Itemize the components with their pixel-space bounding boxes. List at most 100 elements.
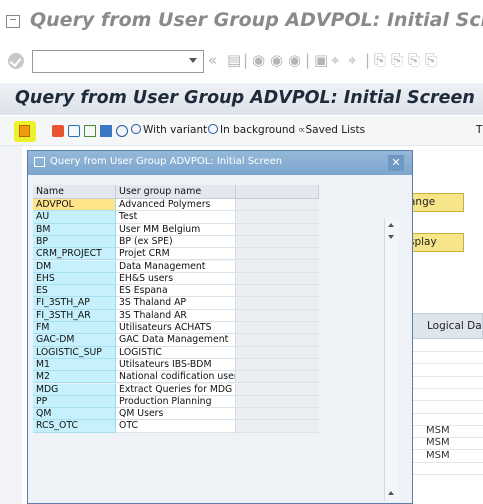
cell-user-group-name[interactable]: Advanced Polymers [116,199,236,212]
separator: | [243,51,249,69]
cell-user-group-name[interactable]: 3S Thaland AP [116,297,236,310]
dialog-title-bar: Query from User Group ADVPOL: Initial Sc… [28,151,412,175]
change-button[interactable]: ange [404,193,464,212]
cell-empty [236,383,319,396]
cell-name[interactable]: M2 [33,371,116,384]
table-row[interactable]: DM Data Management [33,260,319,273]
table-row[interactable]: BM User MM Belgium [33,223,319,236]
cell-user-group-name[interactable]: Extract Queries for MDG Projct [116,383,236,396]
in-background-button[interactable]: In background [208,124,295,136]
column-header-name[interactable]: Name [33,185,116,199]
cell-user-group-name[interactable]: Utilsateurs IBS-BDM [116,358,236,372]
cell-empty [236,272,319,286]
command-field[interactable] [32,50,204,73]
overflow-icon[interactable]: T [476,124,482,136]
other-icon[interactable] [116,125,128,137]
execute-print-icon[interactable] [52,125,64,137]
table-row[interactable]: CRM_PROJECT Projet CRM [33,248,319,261]
execute-icon [19,125,30,137]
double-angle-icon[interactable]: « [208,51,217,69]
cell-name[interactable]: FI_3STH_AP [33,297,116,310]
cell-empty [236,211,319,224]
cell-user-group-name[interactable]: 3S Thaland AR [116,309,236,322]
exit-icon[interactable]: ◉ [270,51,283,69]
delete-icon[interactable] [68,125,80,137]
cell-empty [236,322,319,335]
table-row[interactable]: PP Production Planning [33,395,319,409]
table-row[interactable]: GAC-DM GAC Data Management [33,334,319,347]
cell-name[interactable]: AU [33,211,116,224]
table-row[interactable]: QM QM Users [33,408,319,421]
cell-name[interactable]: RCS_OTC [33,420,116,433]
table-row[interactable]: FI_3STH_AP 3S Thaland AP [33,297,319,310]
cell-user-group-name[interactable]: Data Management [116,260,236,273]
table-row[interactable]: M2 National codification users [33,371,319,384]
cell-name[interactable]: CRM_PROJECT [33,248,116,261]
cell-name[interactable]: ADVPOL [33,199,116,212]
close-icon[interactable]: ✕ [388,155,404,171]
cell-name[interactable]: GAC-DM [33,334,116,347]
scroll-up-icon[interactable] [388,223,394,227]
cell-user-group-name[interactable]: National codification users [116,371,236,384]
table-row[interactable]: FM Utilisateurs ACHATS [33,322,319,335]
saved-lists-button[interactable]: ∝Saved Lists [298,124,365,136]
cell-name[interactable]: ES [33,285,116,298]
cancel-icon[interactable]: ◉ [288,51,301,69]
display-button[interactable]: splay [404,233,464,252]
last-page-icon[interactable]: ⎘ [425,51,437,69]
cell-user-group-name[interactable]: EH&S users [116,272,236,286]
table-row[interactable]: MDGExtract Queries for MDG Projct [33,383,319,396]
table-row[interactable]: BP BP (ex SPE) [33,235,319,249]
cell-name[interactable]: LOGISTIC_SUP [33,346,116,359]
with-variant-label: With variant [143,124,208,136]
variants-icon[interactable] [100,125,112,137]
table-row[interactable]: AU Test [33,211,319,224]
back-icon[interactable]: ◉ [252,51,265,69]
cell-user-group-name[interactable]: LOGISTIC [116,346,236,359]
copy-icon[interactable] [84,125,96,137]
scroll-up-icon[interactable] [388,491,394,495]
cell-user-group-name[interactable]: QM Users [116,408,236,421]
first-page-icon[interactable]: ⎘ [374,51,386,69]
find-next-icon[interactable]: ⌖ [348,51,356,69]
cell-user-group-name[interactable]: GAC Data Management [116,334,236,347]
cell-empty [236,395,319,409]
table-row[interactable]: FI_3STH_AR 3S Thaland AR [33,309,319,322]
next-page-icon[interactable]: ⎘ [408,51,420,69]
cell-user-group-name[interactable]: Test [116,211,236,224]
cell-name[interactable]: FI_3STH_AR [33,309,116,322]
table-row[interactable]: RCS_OTC OTC [33,420,319,433]
table-row[interactable]: ADVPOL Advanced Polymers [33,199,319,212]
cell-name[interactable]: M1 [33,358,116,372]
column-header-group[interactable]: User group name [116,185,236,199]
chevron-down-icon[interactable] [189,58,197,63]
previous-page-icon[interactable]: ⎘ [391,51,403,69]
cell-name[interactable]: BP [33,235,116,249]
cell-user-group-name[interactable]: User MM Belgium [116,223,236,236]
cell-user-group-name[interactable]: Projet CRM [116,248,236,261]
cell-name[interactable]: FM [33,322,116,335]
cell-name[interactable]: PP [33,395,116,409]
cell-name[interactable]: MDG [33,383,116,396]
scroll-down-icon[interactable] [388,235,394,239]
enter-check-icon[interactable] [8,53,24,69]
execute-button[interactable] [14,121,36,142]
cell-user-group-name[interactable]: BP (ex SPE) [116,235,236,249]
cell-user-group-name[interactable]: ES Espana [116,285,236,298]
with-variant-button[interactable]: With variant [131,124,207,136]
table-row[interactable]: M1 Utilsateurs IBS-BDM [33,358,319,372]
find-icon[interactable]: ⌖ [331,51,339,69]
cell-name[interactable]: DM [33,260,116,273]
table-row[interactable]: EHS EH&S users [33,272,319,286]
cell-user-group-name[interactable]: Production Planning [116,395,236,409]
cell-name[interactable]: QM [33,408,116,421]
cell-user-group-name[interactable]: Utilisateurs ACHATS [116,322,236,335]
table-row[interactable]: LOGISTIC_SUP LOGISTIC [33,346,319,359]
vertical-scrollbar[interactable] [384,219,399,501]
cell-user-group-name[interactable]: OTC [116,420,236,433]
table-row[interactable]: ES ES Espana [33,285,319,298]
cell-name[interactable]: EHS [33,272,116,286]
cell-name[interactable]: BM [33,223,116,236]
save-icon[interactable]: ▤ [227,51,241,69]
print-icon[interactable]: ▣ [314,51,328,69]
